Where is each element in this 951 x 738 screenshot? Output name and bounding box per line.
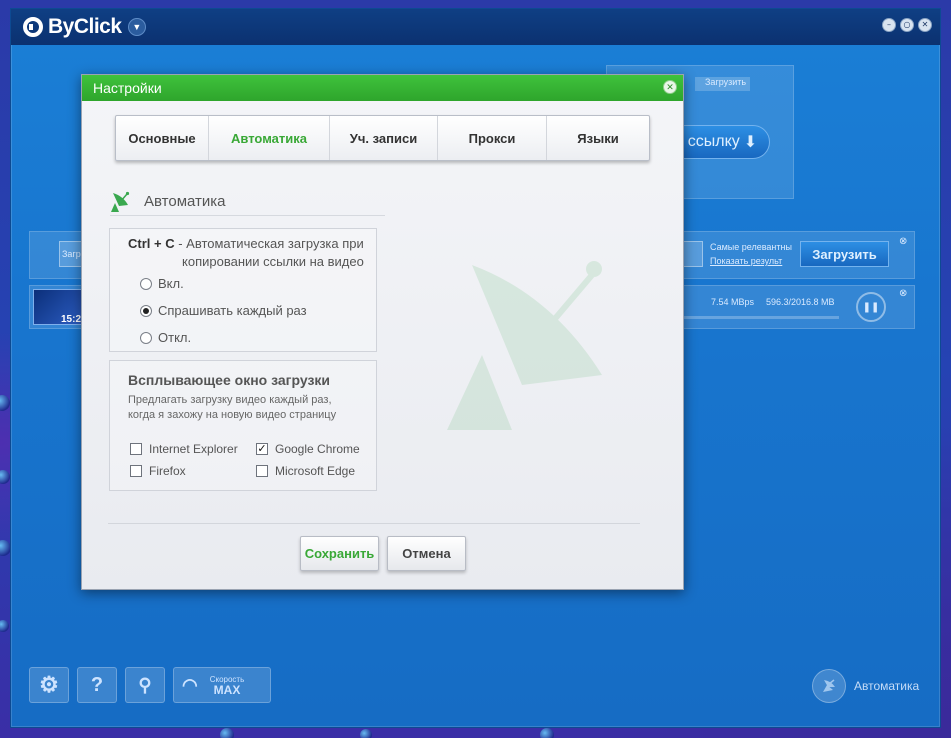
checkbox[interactable] xyxy=(130,465,142,477)
popup-desc-line2: когда я захожу на новую видео страницу xyxy=(128,409,337,421)
checkbox[interactable] xyxy=(130,443,142,455)
radio-off[interactable]: Откл. xyxy=(140,330,191,345)
bg-upload-button[interactable]: Загрузить xyxy=(695,77,750,91)
download-progress-track xyxy=(683,316,839,319)
mode-indicator[interactable]: Автоматика xyxy=(812,669,919,703)
desktop-decoration xyxy=(360,729,372,738)
search-icon: ⚲ xyxy=(138,674,152,695)
checkbox-microsoft-edge[interactable]: Microsoft Edge xyxy=(256,464,355,478)
desktop-decoration xyxy=(220,728,234,738)
window-controls: – ○ ✕ xyxy=(882,18,932,32)
app-name: ByClick xyxy=(48,15,122,38)
bg-search-input[interactable]: Загр xyxy=(59,241,83,267)
speed-info: Скорость MAX xyxy=(210,674,245,696)
settings-tabs: Основные Автоматика Уч. записи Прокси Яз… xyxy=(115,115,650,161)
satellite-dish-icon xyxy=(111,191,130,212)
dialog-close-icon[interactable]: ✕ xyxy=(663,80,677,94)
save-button[interactable]: Сохранить xyxy=(300,536,379,571)
checkbox[interactable] xyxy=(256,465,268,477)
checkbox-chrome-label: Google Chrome xyxy=(275,442,360,456)
maximize-icon[interactable]: ○ xyxy=(900,18,914,32)
video-duration: 15:2 xyxy=(61,314,82,325)
radio-ask-label: Спрашивать каждый раз xyxy=(158,303,307,318)
popup-title: Всплывающее окно загрузки xyxy=(128,372,331,388)
checkbox-internet-explorer[interactable]: Internet Explorer xyxy=(130,442,238,456)
ctrl-c-desc-line2: копировании ссылки на видео xyxy=(182,254,364,269)
pause-icon: ❚❚ xyxy=(862,301,880,313)
speed-value: MAX xyxy=(213,683,241,697)
gear-icon: ⚙ xyxy=(39,672,59,697)
question-icon: ? xyxy=(90,673,104,696)
download-speed: 7.54 MBps xyxy=(711,297,755,307)
speedometer-icon: ◠ xyxy=(182,674,198,695)
radio-on[interactable]: Вкл. xyxy=(140,276,184,291)
satellite-dish-watermark-icon xyxy=(447,261,602,430)
checkbox-google-chrome[interactable]: ✓ Google Chrome xyxy=(256,442,360,456)
ctrl-c-description: Ctrl + C - Автоматическая загрузка при xyxy=(128,236,364,251)
ctrl-c-desc-line1: - Автоматическая загрузка при xyxy=(174,236,364,251)
close-icon[interactable]: ✕ xyxy=(918,18,932,32)
radio-off-label: Откл. xyxy=(158,330,192,345)
dialog-titlebar: Настройки ✕ xyxy=(82,75,683,101)
radio-on-label: Вкл. xyxy=(158,276,184,291)
radio-button-selected[interactable] xyxy=(140,304,152,317)
cancel-button[interactable]: Отмена xyxy=(387,536,466,571)
desktop-decoration xyxy=(540,728,554,738)
settings-dialog: Настройки ✕ Основные Автоматика Уч. запи… xyxy=(81,74,684,590)
arrow-down-icon: ⬇ xyxy=(743,134,758,151)
checkbox-firefox[interactable]: Firefox xyxy=(130,464,186,478)
satellite-dish-icon xyxy=(812,669,846,703)
tab-languages[interactable]: Языки xyxy=(547,116,649,160)
popup-desc-line1: Предлагать загрузку видео каждый раз, xyxy=(128,394,332,406)
search-panel-close-icon[interactable]: ⊗ xyxy=(899,236,907,247)
radio-button[interactable] xyxy=(140,331,152,344)
checkbox-ie-label: Internet Explorer xyxy=(149,442,238,456)
show-results-link[interactable]: Показать результ xyxy=(710,256,782,266)
mode-label: Автоматика xyxy=(854,679,920,693)
section-header: Автоматика xyxy=(110,188,385,216)
tab-accounts[interactable]: Уч. записи xyxy=(330,116,438,160)
paste-link-button[interactable]: ссылку ⬇ xyxy=(675,125,770,159)
app-logo: ByClick ▼ xyxy=(23,15,146,39)
download-item-close-icon[interactable]: ⊗ xyxy=(899,288,907,299)
checkbox-edge-label: Microsoft Edge xyxy=(275,464,356,478)
pause-button[interactable]: ❚❚ xyxy=(856,292,886,322)
bg-search-field-end[interactable] xyxy=(683,241,703,267)
settings-button[interactable]: ⚙ xyxy=(29,667,69,703)
paste-link-label: ссылку xyxy=(687,133,740,150)
download-size: 596.3/2016.8 MB xyxy=(766,297,835,307)
desktop-decoration xyxy=(0,470,10,484)
search-button[interactable]: ⚲ xyxy=(125,667,165,703)
speed-button[interactable]: ◠ Скорость MAX xyxy=(173,667,271,703)
popup-description: Предлагать загрузку видео каждый раз, ко… xyxy=(128,393,368,423)
ctrl-c-hotkey: Ctrl + C xyxy=(128,236,175,251)
tab-automation[interactable]: Автоматика xyxy=(209,116,330,160)
checkbox-checked[interactable]: ✓ xyxy=(256,443,268,455)
dialog-separator xyxy=(108,523,640,524)
radio-ask-every-time[interactable]: Спрашивать каждый раз xyxy=(140,303,307,318)
desktop-decoration xyxy=(0,395,10,411)
app-titlebar: ByClick ▼ – ○ ✕ xyxy=(11,9,940,45)
dialog-title: Настройки xyxy=(93,80,162,96)
desktop-decoration xyxy=(0,620,9,632)
help-button[interactable]: ? xyxy=(77,667,117,703)
checkbox-firefox-label: Firefox xyxy=(149,464,186,478)
bg-download-button[interactable]: Загрузить xyxy=(800,241,889,267)
tab-proxy[interactable]: Прокси xyxy=(438,116,547,160)
section-title: Автоматика xyxy=(144,193,226,210)
app-menu-chevron-icon[interactable]: ▼ xyxy=(127,18,146,36)
relevance-option[interactable]: Самые релевантны xyxy=(710,242,792,252)
radio-button[interactable] xyxy=(140,277,152,290)
tab-basic[interactable]: Основные xyxy=(116,116,209,160)
byclick-logo-icon xyxy=(23,17,43,37)
minimize-icon[interactable]: – xyxy=(882,18,896,32)
